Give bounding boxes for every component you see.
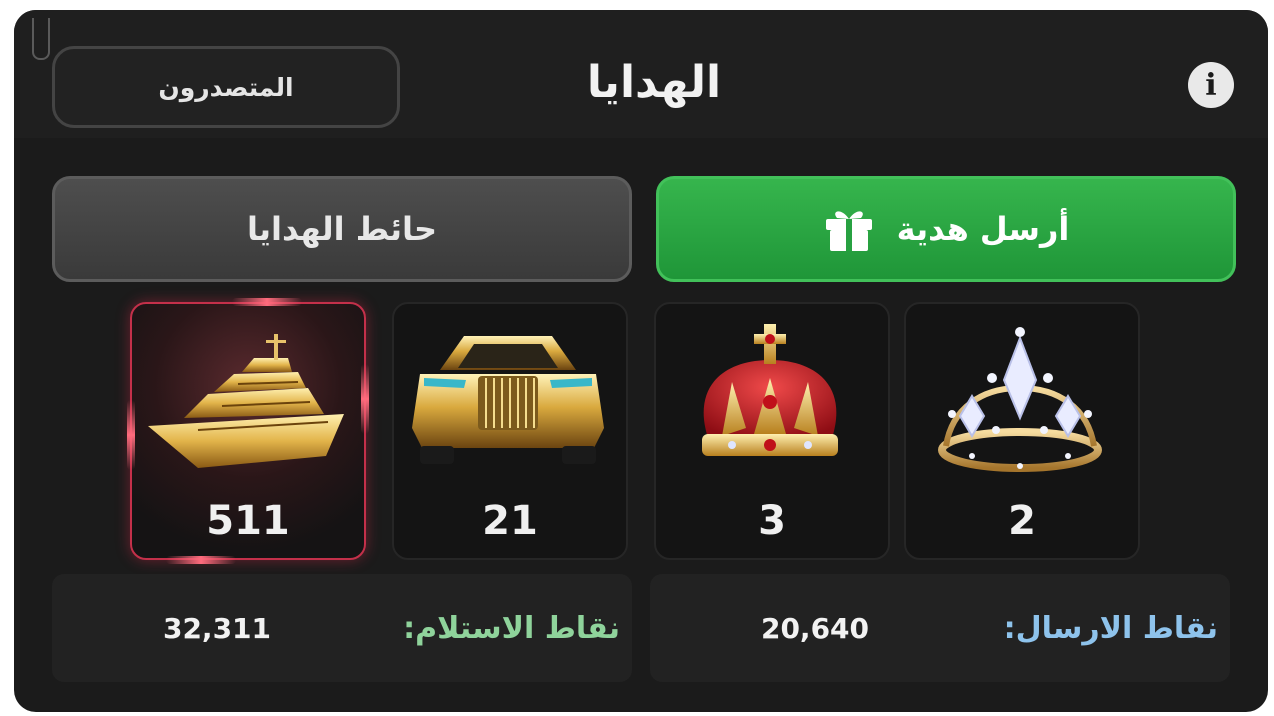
gift-card-car[interactable]: 21: [392, 302, 628, 560]
gift-wall-button[interactable]: حائط الهدايا: [52, 176, 632, 282]
header: المتصدرون الهدايا i: [14, 10, 1268, 138]
tiara-icon: [938, 327, 1102, 472]
received-points-box: نقاط الاستلام: 32,311: [52, 574, 632, 682]
sent-points-label: نقاط الارسال:: [1003, 610, 1218, 646]
gift-card-tiara[interactable]: 2: [904, 302, 1140, 560]
red-crown-icon: [702, 324, 838, 456]
info-icon[interactable]: i: [1188, 62, 1234, 108]
selection-glow: [166, 556, 236, 564]
page-title: الهدايا: [586, 56, 722, 108]
selection-glow: [127, 400, 135, 470]
gift-wall-label: حائط الهدايا: [246, 210, 438, 248]
gift-card-red-crown[interactable]: 3: [654, 302, 890, 560]
received-points-label: نقاط الاستلام:: [403, 610, 620, 646]
gift-card-yacht[interactable]: 511: [127, 298, 369, 564]
send-gift-label: أرسل هدية: [896, 210, 1070, 248]
gift-count: 3: [758, 498, 786, 544]
sent-points-box: نقاط الارسال: 20,640: [650, 574, 1230, 682]
selection-glow: [361, 364, 369, 434]
gift-count: 511: [206, 498, 290, 544]
send-gift-button[interactable]: أرسل هدية: [656, 176, 1236, 282]
gift-count: 2: [1008, 498, 1036, 544]
selection-glow: [232, 298, 302, 306]
drag-handle[interactable]: [32, 18, 50, 60]
car-icon: [412, 336, 604, 464]
leaders-button[interactable]: المتصدرون: [52, 46, 400, 128]
gift-icon: [825, 211, 872, 251]
sent-points-value: 20,640: [760, 611, 870, 645]
gifts-panel: المتصدرون الهدايا i حائط الهدايا أرسل هد…: [14, 10, 1268, 712]
received-points-value: 32,311: [162, 611, 272, 645]
gift-count: 21: [482, 498, 538, 544]
yacht-icon: [148, 334, 344, 468]
leaders-button-label: المتصدرون: [158, 72, 294, 102]
